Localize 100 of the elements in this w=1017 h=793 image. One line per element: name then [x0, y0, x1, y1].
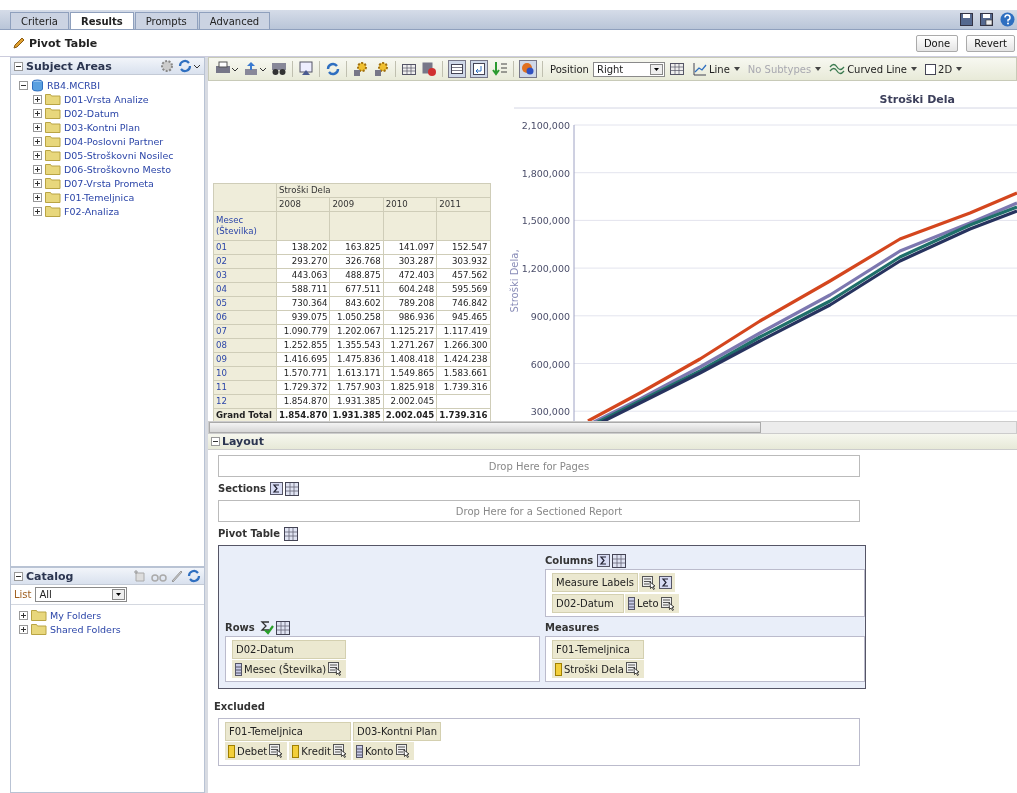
pivot-grid-icon[interactable]	[285, 481, 300, 496]
properties-icon[interactable]	[660, 596, 676, 611]
table-cell: 293.270	[276, 254, 330, 269]
properties-icon[interactable]	[626, 662, 641, 676]
collapse-icon[interactable]	[14, 571, 23, 581]
table-icon[interactable]	[401, 61, 417, 77]
tree-item[interactable]: D07-Vrsta Prometa	[64, 177, 154, 189]
refresh-icon[interactable]	[177, 59, 201, 73]
expand-icon[interactable]	[33, 206, 42, 216]
section-label: Sections	[218, 483, 267, 494]
gear-icon[interactable]	[160, 59, 174, 73]
table-cell: 730.364	[276, 296, 330, 311]
gear-icon[interactable]	[373, 61, 390, 77]
expand-icon[interactable]	[33, 94, 42, 104]
list-select[interactable]: All	[35, 587, 128, 602]
tree-item[interactable]: RB4.MCRBI	[47, 79, 100, 91]
table-cell: 303.932	[436, 254, 491, 269]
line-style-menu[interactable]: Curved Line	[829, 62, 917, 76]
pivot-grid-icon[interactable]	[275, 620, 290, 635]
tab[interactable]: Criteria	[10, 12, 69, 29]
square-icon	[925, 63, 936, 75]
refresh-icon[interactable]	[187, 569, 201, 583]
horizontal-scrollbar[interactable]	[208, 421, 1017, 434]
dimension-header: F01-Temeljnica	[225, 722, 351, 741]
folder-icon	[45, 135, 61, 147]
table-cell: 595.569	[436, 282, 491, 297]
attribute-icon	[355, 744, 363, 758]
delete-icon[interactable]	[421, 61, 437, 77]
sigma-icon[interactable]	[658, 576, 672, 589]
expand-icon[interactable]	[19, 610, 28, 620]
grid-icon[interactable]	[448, 60, 466, 78]
folder-icon	[45, 107, 61, 119]
sigma-icon[interactable]	[270, 482, 284, 495]
help-icon[interactable]	[1000, 12, 1015, 27]
collapse-icon[interactable]	[19, 80, 28, 90]
expand-icon[interactable]	[33, 108, 42, 118]
properties-icon[interactable]	[641, 575, 657, 590]
tree-item[interactable]: My Folders	[50, 609, 102, 621]
table-cell: 488.875	[329, 268, 384, 283]
new-view-icon[interactable]	[298, 61, 314, 77]
folder-icon	[31, 623, 47, 635]
measure-header: Stroški Dela	[276, 183, 491, 198]
section-label: Rows	[225, 622, 255, 633]
properties-icon[interactable]	[269, 744, 285, 758]
expand-icon[interactable]	[33, 192, 42, 202]
expand-icon[interactable]	[33, 178, 42, 188]
tree-item[interactable]: F02-Analiza	[64, 205, 120, 217]
pivot-grid-icon[interactable]	[284, 526, 299, 541]
sigma-icon[interactable]	[597, 554, 611, 567]
palette-icon[interactable]	[519, 60, 537, 78]
properties-icon[interactable]	[332, 744, 348, 758]
tree-item[interactable]: D05-Stroškovni Nosilec	[64, 149, 174, 161]
tree-item[interactable]: D04-Poslovni Partner	[64, 135, 164, 147]
table-cell: 472.403	[383, 268, 437, 283]
dropdown-icon[interactable]	[112, 589, 126, 600]
sort-icon[interactable]	[492, 61, 508, 77]
gear-icon[interactable]	[352, 61, 369, 77]
tree-item[interactable]: D03-Kontni Plan	[64, 121, 141, 133]
tab[interactable]: Advanced	[198, 12, 271, 29]
table-cell: 843.602	[329, 296, 384, 311]
tree-item[interactable]: D06-Stroškovno Mesto	[64, 163, 172, 175]
graph-type-menu[interactable]: Line	[692, 62, 740, 76]
drop-zone[interactable]: Drop Here for a Sectioned Report	[218, 500, 860, 522]
table-icon[interactable]	[668, 61, 685, 77]
expand-icon[interactable]	[33, 122, 42, 132]
tab[interactable]: Results	[69, 12, 134, 29]
save-icon[interactable]	[960, 13, 973, 26]
save-as-icon[interactable]	[980, 13, 993, 26]
properties-icon[interactable]	[328, 662, 344, 676]
toolbar-button[interactable]: Revert	[966, 34, 1015, 52]
folder-icon	[45, 149, 61, 161]
tab[interactable]: Prompts	[134, 12, 198, 29]
expand-icon[interactable]	[33, 164, 42, 174]
collapse-icon[interactable]	[14, 61, 23, 71]
axis-tick-label: 600,000	[530, 358, 570, 370]
folder-icon	[31, 609, 47, 621]
expand-icon[interactable]	[19, 624, 28, 634]
tree-item[interactable]: D01-Vrsta Analize	[64, 93, 149, 105]
table-cell: 789.208	[383, 296, 437, 311]
refresh-icon[interactable]	[325, 61, 341, 77]
expand-icon[interactable]	[33, 136, 42, 146]
pivot-grid-icon[interactable]	[612, 553, 627, 568]
properties-icon[interactable]	[395, 744, 411, 758]
dimension-menu[interactable]: 2D	[925, 63, 963, 75]
table-cell: 1.757.903	[329, 380, 384, 395]
position-select[interactable]: Right	[592, 61, 665, 77]
swap-icon[interactable]	[470, 60, 488, 78]
table-cell: 939.075	[276, 310, 330, 325]
tree-item[interactable]: F01-Temeljnica	[64, 191, 135, 203]
drop-zone[interactable]: Drop Here for Pages	[218, 455, 860, 477]
table-cell	[436, 394, 491, 409]
export-icon[interactable]	[243, 61, 267, 77]
collapse-icon[interactable]	[211, 437, 220, 446]
tree-item[interactable]: D02-Datum	[64, 107, 119, 119]
row-header: Mesec (Številka)	[213, 211, 277, 241]
toolbar-button[interactable]: Done	[915, 34, 959, 52]
dropdown-icon[interactable]	[649, 63, 663, 75]
sigma-check-icon[interactable]	[258, 620, 274, 635]
tree-item[interactable]: Shared Folders	[50, 623, 121, 635]
expand-icon[interactable]	[33, 150, 42, 160]
